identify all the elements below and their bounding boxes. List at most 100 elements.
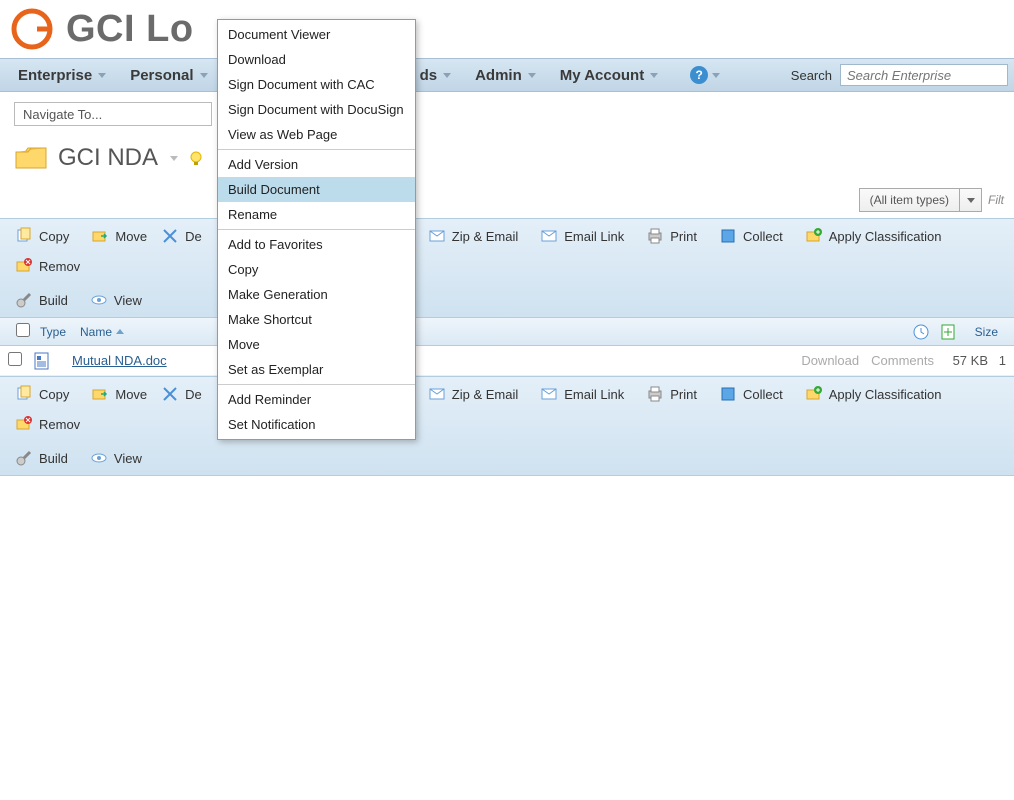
- menu-item-build-document[interactable]: Build Document: [218, 177, 415, 202]
- build-button[interactable]: Build: [6, 445, 77, 471]
- menu-item-view-as-web-page[interactable]: View as Web Page: [218, 122, 415, 147]
- clock-icon[interactable]: [912, 323, 930, 341]
- item-type-filter[interactable]: (All item types): [859, 188, 982, 212]
- comments-action[interactable]: Comments: [865, 353, 940, 368]
- copy-icon: [15, 385, 33, 403]
- chevron-down-icon: [443, 73, 451, 78]
- collect-button[interactable]: Collect: [710, 381, 792, 407]
- email-link-button[interactable]: Email Link: [531, 381, 633, 407]
- email-icon: [540, 227, 558, 245]
- navigate-input[interactable]: [14, 102, 212, 126]
- table-header: Type Name Size: [0, 318, 1014, 346]
- menu-item-sign-document-with-docusign[interactable]: Sign Document with DocuSign: [218, 97, 415, 122]
- print-button[interactable]: Print: [637, 381, 706, 407]
- email-link-button[interactable]: Email Link: [531, 223, 633, 249]
- menu-item-add-to-favorites[interactable]: Add to Favorites: [218, 232, 415, 257]
- apply-classification-button[interactable]: Apply Classification: [796, 381, 951, 407]
- collect-icon: [719, 385, 737, 403]
- btn-label: Copy: [39, 229, 69, 244]
- menu-item-add-version[interactable]: Add Version: [218, 152, 415, 177]
- copy-button[interactable]: Copy: [6, 381, 78, 407]
- menu-item-set-as-exemplar[interactable]: Set as Exemplar: [218, 357, 415, 382]
- dropdown-trigger[interactable]: [959, 189, 981, 211]
- menu-item-set-notification[interactable]: Set Notification: [218, 412, 415, 437]
- tab-admin[interactable]: Admin: [463, 59, 548, 91]
- eye-icon: [90, 291, 108, 309]
- select-all-checkbox[interactable]: [16, 323, 30, 337]
- remove-classification-button[interactable]: Remov: [6, 411, 89, 437]
- zip-icon: [428, 227, 446, 245]
- tab-my-account[interactable]: My Account: [548, 59, 670, 91]
- menu-item-make-generation[interactable]: Make Generation: [218, 282, 415, 307]
- copy-button[interactable]: Copy: [6, 223, 78, 249]
- menu-item-copy[interactable]: Copy: [218, 257, 415, 282]
- btn-label: De: [185, 229, 202, 244]
- menu-item-document-viewer[interactable]: Document Viewer: [218, 22, 415, 47]
- btn-label: Apply Classification: [829, 229, 942, 244]
- col-name[interactable]: Name: [72, 325, 132, 339]
- menu-item-rename[interactable]: Rename: [218, 202, 415, 227]
- help-icon[interactable]: ?: [690, 66, 708, 84]
- btn-label: Remov: [39, 259, 80, 274]
- tab-label: My Account: [560, 67, 644, 84]
- download-action[interactable]: Download: [795, 353, 865, 368]
- email-icon: [540, 385, 558, 403]
- tab-enterprise[interactable]: Enterprise: [6, 59, 118, 91]
- combo-label: (All item types): [860, 193, 959, 207]
- file-name-link[interactable]: Mutual NDA.doc: [72, 353, 167, 368]
- context-menu: Document ViewerDownloadSign Document wit…: [217, 19, 416, 440]
- col-type[interactable]: Type: [32, 325, 72, 339]
- print-button[interactable]: Print: [637, 223, 706, 249]
- tab-personal[interactable]: Personal: [118, 59, 219, 91]
- collect-button[interactable]: Collect: [710, 223, 792, 249]
- menu-item-make-shortcut[interactable]: Make Shortcut: [218, 307, 415, 332]
- menu-item-add-reminder[interactable]: Add Reminder: [218, 387, 415, 412]
- remove-classification-button[interactable]: Remov: [6, 253, 89, 279]
- chevron-down-icon[interactable]: [170, 156, 178, 161]
- build-button[interactable]: Build: [6, 287, 77, 313]
- search-label: Search: [791, 68, 832, 83]
- chevron-down-icon: [98, 73, 106, 78]
- menu-item-sign-document-with-cac[interactable]: Sign Document with CAC: [218, 72, 415, 97]
- apply-classification-button[interactable]: Apply Classification: [796, 223, 951, 249]
- delete-button[interactable]: De: [160, 223, 211, 249]
- delete-button[interactable]: De: [160, 381, 211, 407]
- collect-icon: [719, 227, 737, 245]
- btn-label: View: [114, 293, 142, 308]
- view-button[interactable]: View: [81, 287, 151, 313]
- search-input[interactable]: [840, 64, 1008, 86]
- btn-label: De: [185, 387, 202, 402]
- tab-label: Enterprise: [18, 67, 92, 84]
- move-button[interactable]: Move: [82, 223, 156, 249]
- btn-label: Build: [39, 451, 68, 466]
- move-button[interactable]: Move: [82, 381, 156, 407]
- move-icon: [91, 385, 109, 403]
- btn-label: Email Link: [564, 229, 624, 244]
- menu-item-move[interactable]: Move: [218, 332, 415, 357]
- btn-label: Copy: [39, 387, 69, 402]
- sort-asc-icon: [116, 329, 124, 334]
- menu-separator: [218, 229, 415, 230]
- add-column-icon[interactable]: [940, 323, 958, 341]
- table-row[interactable]: Mutual NDA.doc Download Comments 57 KB 1: [0, 346, 1014, 376]
- chevron-down-icon: [200, 73, 208, 78]
- toolbar-top: Copy Move De Zip & Email Email Link Prin…: [0, 218, 1014, 318]
- zip-email-button[interactable]: Zip & Email: [419, 223, 527, 249]
- chevron-down-icon: [712, 73, 720, 78]
- zip-email-button[interactable]: Zip & Email: [419, 381, 527, 407]
- btn-label: Zip & Email: [452, 387, 518, 402]
- tab-partial[interactable]: ds: [420, 59, 464, 91]
- zip-icon: [428, 385, 446, 403]
- col-size[interactable]: Size: [958, 325, 1006, 339]
- filter-hint[interactable]: Filt: [988, 193, 1006, 207]
- menu-item-download[interactable]: Download: [218, 47, 415, 72]
- chevron-down-icon: [967, 198, 975, 203]
- row-checkbox[interactable]: [8, 352, 22, 366]
- eye-icon: [90, 449, 108, 467]
- view-button[interactable]: View: [81, 445, 151, 471]
- lightbulb-icon[interactable]: [188, 150, 204, 166]
- page-title: GCI NDA: [58, 144, 158, 172]
- main-nav-bar: Enterprise Personal ds Admin My Account …: [0, 58, 1014, 92]
- menu-separator: [218, 384, 415, 385]
- delete-icon: [161, 385, 179, 403]
